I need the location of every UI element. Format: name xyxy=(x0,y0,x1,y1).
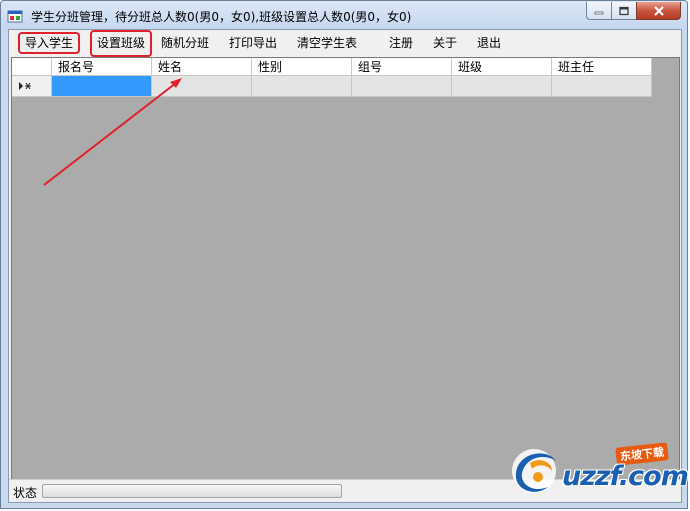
grid-cell[interactable] xyxy=(352,76,452,97)
menu-register[interactable]: 注册 xyxy=(384,32,418,54)
minimize-button[interactable] xyxy=(586,2,612,20)
menu-about[interactable]: 关于 xyxy=(428,32,462,54)
menu-clear-students[interactable]: 清空学生表 xyxy=(292,32,362,54)
grid-cell[interactable] xyxy=(552,76,652,97)
menu-set-classes[interactable]: 设置班级 xyxy=(90,30,153,57)
new-row-icon xyxy=(19,82,31,90)
row-header[interactable] xyxy=(12,76,52,97)
grid-header: 报名号 姓名 性别 组号 班级 班主任 xyxy=(12,58,652,76)
watermark-logo: 东坡下载 uzzf.com xyxy=(504,441,689,497)
menu-print-export[interactable]: 打印导出 xyxy=(224,32,282,54)
grid-cell[interactable] xyxy=(52,76,152,97)
menu-exit[interactable]: 退出 xyxy=(472,32,506,54)
column-header[interactable]: 报名号 xyxy=(52,58,152,76)
table-row[interactable] xyxy=(12,76,652,97)
status-progress-bar xyxy=(42,484,342,498)
title-bar[interactable]: 学生分班管理，待分班总人数0(男0，女0),班级设置总人数0(男0，女0) xyxy=(1,1,687,29)
status-label: 状态 xyxy=(13,486,38,500)
app-icon xyxy=(7,10,23,23)
menu-bar: 导入学生 设置班级 随机分班 打印导出 清空学生表 注册 关于 退出 xyxy=(9,30,681,57)
column-header[interactable]: 班级 xyxy=(452,58,552,76)
window-title: 学生分班管理，待分班总人数0(男0，女0),班级设置总人数0(男0，女0) xyxy=(31,10,412,24)
grid-cell[interactable] xyxy=(252,76,352,97)
app-window: 学生分班管理，待分班总人数0(男0，女0),班级设置总人数0(男0，女0) 导入… xyxy=(0,0,688,509)
minimize-icon xyxy=(594,11,604,14)
watermark-brand: uzzf.com xyxy=(562,461,689,492)
watermark-swirl-icon xyxy=(512,449,556,493)
student-grid[interactable]: 报名号 姓名 性别 组号 班级 班主任 xyxy=(11,57,680,481)
menu-import-students[interactable]: 导入学生 xyxy=(18,32,81,54)
caption-buttons xyxy=(586,2,681,22)
client-area: 导入学生 设置班级 随机分班 打印导出 清空学生表 注册 关于 退出 报名号 姓… xyxy=(8,29,682,503)
close-button[interactable] xyxy=(636,2,681,20)
grid-cell[interactable] xyxy=(452,76,552,97)
column-header[interactable]: 姓名 xyxy=(152,58,252,76)
menu-random-assign[interactable]: 随机分班 xyxy=(156,32,214,54)
column-header[interactable]: 班主任 xyxy=(552,58,652,76)
grid-cell[interactable] xyxy=(152,76,252,97)
maximize-icon xyxy=(619,6,629,15)
maximize-button[interactable] xyxy=(611,2,637,20)
row-header-corner[interactable] xyxy=(12,58,52,76)
column-header[interactable]: 组号 xyxy=(352,58,452,76)
column-header[interactable]: 性别 xyxy=(252,58,352,76)
close-icon xyxy=(653,5,664,16)
